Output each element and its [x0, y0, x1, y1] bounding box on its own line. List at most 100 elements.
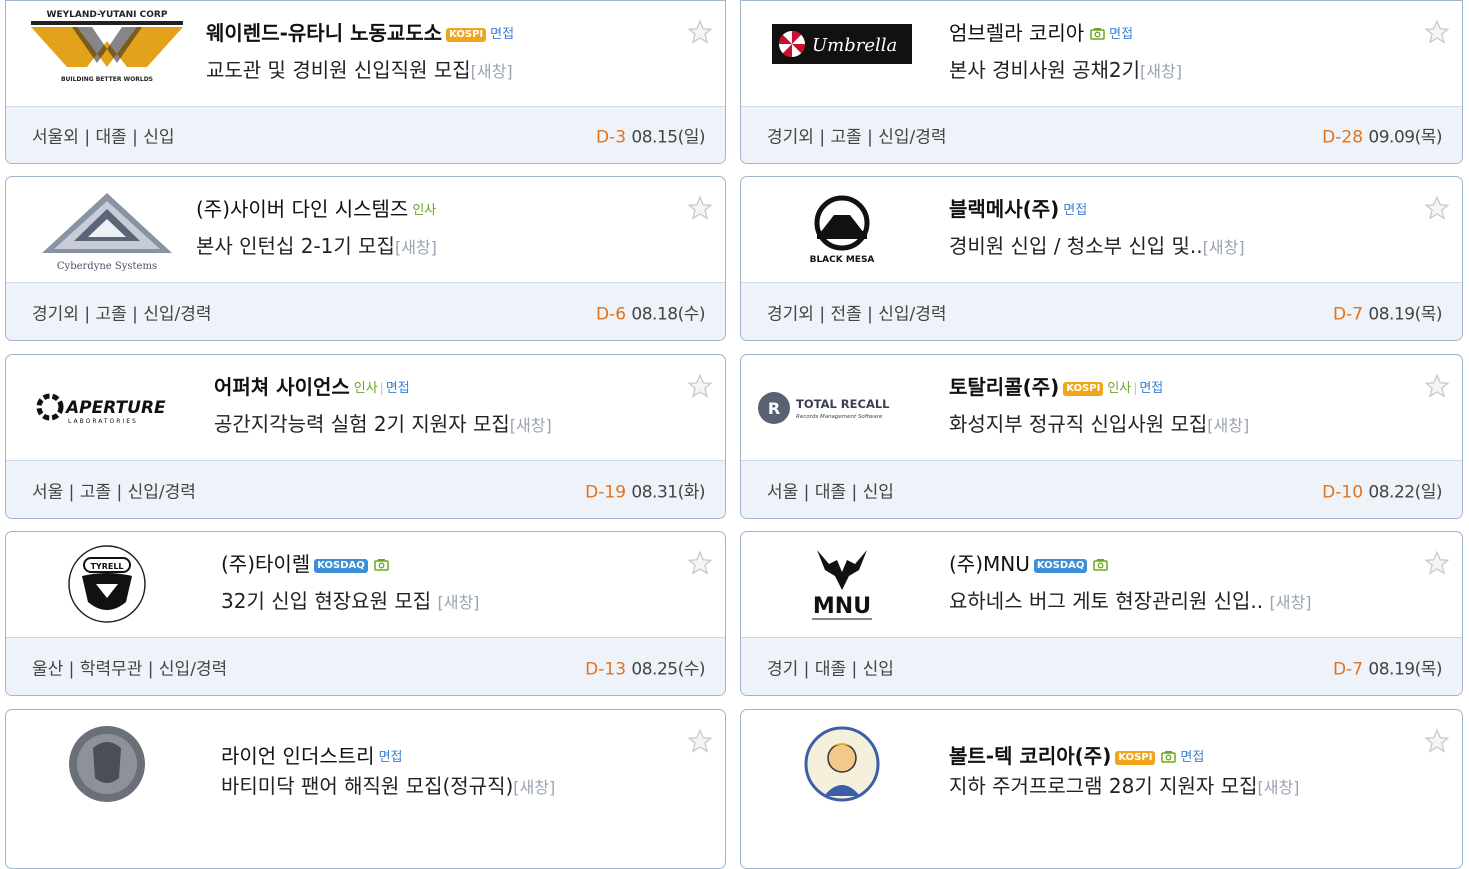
star-icon[interactable] [687, 550, 713, 576]
job-title[interactable]: 지하 주거프로그램 28기 지원자 모집[새창] [949, 770, 1299, 799]
d-day: D-10 [1322, 482, 1364, 502]
company-name-text[interactable]: 토탈리콜(주) [949, 375, 1059, 399]
vault-tec-logo-icon [804, 726, 879, 802]
star-icon[interactable] [687, 19, 713, 45]
job-title[interactable]: 요하네스 버그 게토 현장관리원 신입.. [새창] [949, 585, 1311, 614]
job-title[interactable]: 본사 인턴십 2-1기 모집[새창] [196, 230, 437, 259]
new-window-link[interactable]: [새창] [1207, 416, 1249, 435]
job-title[interactable]: 본사 경비사원 공채2기[새창] [949, 54, 1182, 83]
deadline-date: 08.19(목) [1368, 304, 1442, 324]
new-window-link[interactable]: [새창] [513, 778, 555, 797]
company-logo[interactable]: R TOTAL RECALL Records Management Softwa… [749, 365, 934, 451]
job-conditions: 서울외 | 대졸 | 신입 [32, 127, 175, 148]
company-name-text[interactable]: 볼트-텍 코리아(주) [949, 744, 1111, 768]
job-title[interactable]: 교도관 및 경비원 신입직원 모집[새창] [206, 54, 513, 83]
card-footer: 경기외 | 전졸 | 신입/경력 D-7 08.19(목) [741, 282, 1462, 340]
star-icon[interactable] [1424, 19, 1450, 45]
job-card[interactable]: TYRELL (주)타이렐 KOSDAQ 32기 신입 현장요원 모집 [새창] … [5, 531, 726, 696]
company-name-text[interactable]: (주)MNU [949, 552, 1030, 576]
kosdaq-badge: KOSDAQ [314, 559, 368, 573]
new-window-link[interactable]: [새창] [437, 593, 479, 612]
job-title-text[interactable]: 본사 경비사원 공채2기 [949, 58, 1140, 82]
company-name[interactable]: (주)사이버 다인 시스템즈 인사 [196, 193, 436, 222]
job-card[interactable]: MNU (주)MNU KOSDAQ 요하네스 버그 게토 현장관리원 신입.. [… [740, 531, 1463, 696]
deadline: D-7 08.19(목) [1333, 299, 1443, 324]
company-name-text[interactable]: (주)타이렐 [221, 552, 310, 576]
new-window-link[interactable]: [새창] [510, 416, 552, 435]
job-card[interactable]: WEYLAND-YUTANI CORP BUILDING BETTER WORL… [5, 0, 726, 164]
company-name[interactable]: (주)MNU KOSDAQ [949, 548, 1109, 577]
company-logo[interactable]: TYRELL [14, 542, 199, 628]
interview-tag: 면접 [378, 750, 403, 765]
job-title-text[interactable]: 공간지각능력 실험 2기 지원자 모집 [214, 412, 510, 436]
job-card[interactable]: Umbrella 엄브렐라 코리아 면접 본사 경비사원 공채2기[새창] 경기외… [740, 0, 1463, 164]
star-icon[interactable] [1424, 550, 1450, 576]
company-name-text[interactable]: 엄브렐라 코리아 [949, 21, 1084, 45]
job-card[interactable]: Cyberdyne Systems (주)사이버 다인 시스템즈 인사 본사 인턴… [5, 176, 726, 341]
deadline-date: 08.18(수) [631, 304, 705, 324]
star-icon[interactable] [687, 195, 713, 221]
new-window-link[interactable]: [새창] [1257, 778, 1299, 797]
company-name-text[interactable]: (주)사이버 다인 시스템즈 [196, 197, 408, 221]
company-name-text[interactable]: 라이언 인더스트리 [221, 744, 375, 768]
company-name[interactable]: 블랙메사(주) 면접 [949, 193, 1087, 222]
company-name[interactable]: 어퍼쳐 사이언스 인사 | 면접 [214, 371, 410, 400]
company-name-text[interactable]: 블랙메사(주) [949, 197, 1059, 221]
company-name[interactable]: 라이언 인더스트리 면접 [221, 740, 402, 769]
company-logo[interactable] [14, 718, 199, 804]
deadline: D-7 08.19(목) [1333, 654, 1443, 679]
job-title[interactable]: 32기 신입 현장요원 모집 [새창] [221, 585, 479, 614]
company-logo[interactable]: Cyberdyne Systems [14, 187, 199, 273]
deadline-date: 08.22(일) [1368, 482, 1442, 502]
new-window-link[interactable]: [새창] [1140, 62, 1182, 81]
company-logo[interactable] [749, 718, 934, 804]
company-name-text[interactable]: 어퍼쳐 사이언스 [214, 375, 350, 399]
interview-tag: 면접 [1180, 750, 1205, 765]
new-window-link[interactable]: [새창] [471, 62, 513, 81]
tyrell-logo-icon: TYRELL [67, 545, 146, 623]
job-title-text[interactable]: 본사 인턴십 2-1기 모집 [196, 234, 395, 258]
d-day: D-19 [585, 482, 627, 502]
job-title[interactable]: 바티미닥 팬어 해직원 모집(정규직)[새창] [221, 770, 555, 799]
new-window-link[interactable]: [새창] [395, 238, 437, 257]
job-title-text[interactable]: 화성지부 정규직 신입사원 모집 [949, 412, 1207, 436]
company-logo[interactable]: MNU [749, 542, 934, 628]
job-card[interactable]: 볼트-텍 코리아(주) KOSPI 면접 지하 주거프로그램 28기 지원자 모집[… [740, 709, 1463, 869]
star-icon[interactable] [1424, 195, 1450, 221]
company-logo[interactable]: BLACK MESA [749, 187, 934, 273]
star-icon[interactable] [687, 728, 713, 754]
company-name[interactable]: 웨이렌드-유타니 노동교도소 KOSPI 면접 [206, 17, 514, 46]
logo-text: APERTURE [64, 398, 166, 418]
star-icon[interactable] [1424, 728, 1450, 754]
job-card[interactable]: 라이언 인더스트리 면접 바티미닥 팬어 해직원 모집(정규직)[새창] [5, 709, 726, 869]
job-title-text[interactable]: 요하네스 버그 게토 현장관리원 신입.. [949, 589, 1263, 613]
job-title-text[interactable]: 32기 신입 현장요원 모집 [221, 589, 431, 613]
new-window-link[interactable]: [새창] [1270, 593, 1312, 612]
camera-icon [374, 559, 389, 571]
job-title[interactable]: 경비원 신입 / 청소부 신입 및..[새창] [949, 230, 1245, 259]
card-footer: 경기 | 대졸 | 신입 D-7 08.19(목) [741, 637, 1462, 695]
mnu-logo-icon: MNU [811, 550, 872, 620]
job-title-text[interactable]: 교도관 및 경비원 신입직원 모집 [206, 58, 471, 82]
company-name[interactable]: 엄브렐라 코리아 면접 [949, 17, 1133, 46]
job-title[interactable]: 화성지부 정규직 신입사원 모집[새창] [949, 408, 1249, 437]
company-logo[interactable]: APERTURE LABORATORIES [14, 365, 199, 451]
company-name-text[interactable]: 웨이렌드-유타니 노동교도소 [206, 21, 442, 45]
company-name[interactable]: 볼트-텍 코리아(주) KOSPI 면접 [949, 740, 1204, 769]
job-title[interactable]: 공간지각능력 실험 2기 지원자 모집[새창] [214, 408, 552, 437]
job-title-text[interactable]: 경비원 신입 / 청소부 신입 및.. [949, 234, 1203, 258]
logo-text: TYRELL [90, 562, 123, 571]
interview-tag: 면접 [385, 381, 410, 396]
company-name[interactable]: 토탈리콜(주) KOSPI 인사 | 면접 [949, 371, 1163, 400]
job-card[interactable]: R TOTAL RECALL Records Management Softwa… [740, 354, 1463, 519]
company-logo[interactable]: Umbrella [749, 1, 934, 87]
deadline-date: 08.31(화) [631, 482, 705, 502]
star-icon[interactable] [1424, 373, 1450, 399]
star-icon[interactable] [687, 373, 713, 399]
new-window-link[interactable]: [새창] [1203, 238, 1245, 257]
company-name[interactable]: (주)타이렐 KOSDAQ [221, 548, 389, 577]
company-logo[interactable]: WEYLAND-YUTANI CORP BUILDING BETTER WORL… [14, 1, 199, 87]
job-card[interactable]: APERTURE LABORATORIES 어퍼쳐 사이언스 인사 | 면접 공간지각… [5, 354, 726, 519]
job-card[interactable]: BLACK MESA 블랙메사(주) 면접 경비원 신입 / 청소부 신입 및..… [740, 176, 1463, 341]
kospi-badge: KOSPI [446, 28, 487, 42]
